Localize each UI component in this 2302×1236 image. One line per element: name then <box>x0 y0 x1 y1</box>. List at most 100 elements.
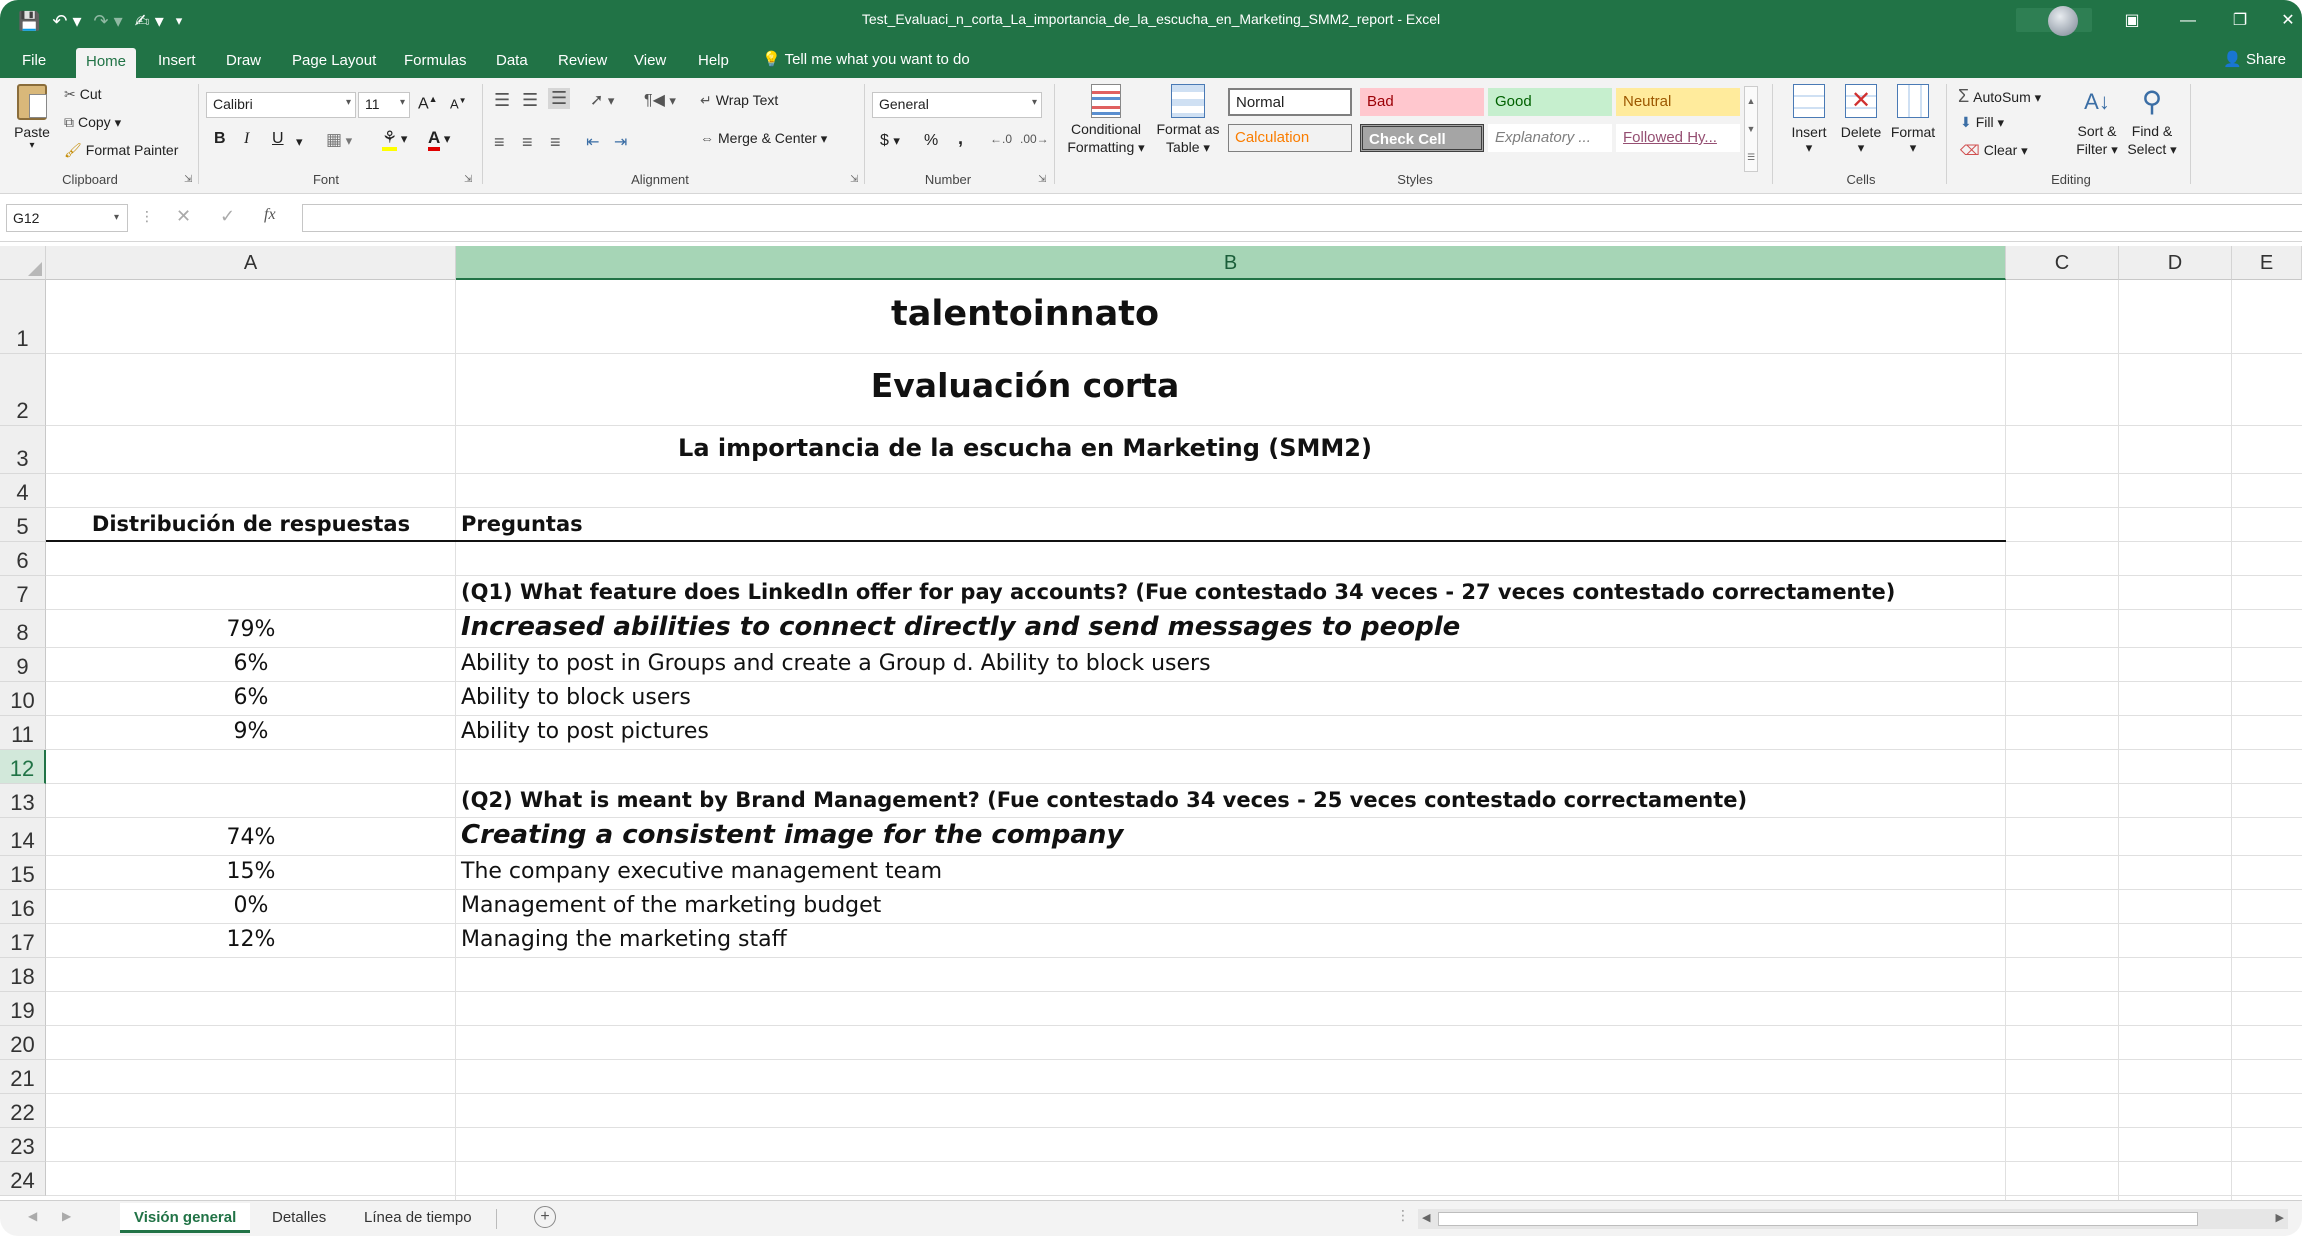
row-header-23[interactable]: 23 <box>0 1128 46 1162</box>
scrollbar-thumb[interactable] <box>1438 1212 2198 1226</box>
answer-option[interactable]: Ability to post in Groups and create a G… <box>461 651 1211 676</box>
style-cell-check-cell[interactable]: Check Cell <box>1360 124 1484 152</box>
row-header-21[interactable]: 21 <box>0 1060 46 1094</box>
font-launcher-icon[interactable]: ⇲ <box>464 174 472 185</box>
questions-header[interactable]: Preguntas <box>461 512 583 536</box>
row-header-8[interactable]: 8 <box>0 610 46 648</box>
split-handle-icon[interactable]: ⋮ <box>1396 1207 1410 1224</box>
column-header-c[interactable]: C <box>2006 246 2119 280</box>
increase-font-button[interactable]: A▲ <box>418 94 438 113</box>
borders-button[interactable]: ▦ ▾ <box>326 130 352 150</box>
answer-percentage[interactable]: 12% <box>46 927 456 952</box>
avatar[interactable] <box>2048 6 2078 36</box>
sheet-tab-detalles[interactable]: Detalles <box>258 1203 340 1233</box>
row-header-15[interactable]: 15 <box>0 856 46 890</box>
tell-me-box[interactable]: 💡 Tell me what you want to do <box>762 50 970 68</box>
tab-formulas[interactable]: Formulas <box>394 50 477 78</box>
row-header-14[interactable]: 14 <box>0 818 46 856</box>
column-header-a[interactable]: A <box>46 246 456 280</box>
row-header-11[interactable]: 11 <box>0 716 46 750</box>
answer-percentage[interactable]: 9% <box>46 719 456 744</box>
percent-button[interactable]: % <box>924 132 938 150</box>
next-sheet-icon[interactable]: ▶ <box>62 1209 71 1223</box>
row-header-4[interactable]: 4 <box>0 474 46 508</box>
answer-option[interactable]: Ability to block users <box>461 685 691 710</box>
row-header-5[interactable]: 5 <box>0 508 46 542</box>
style-cell-explanatory[interactable]: Explanatory ... <box>1488 124 1612 152</box>
row-header-2[interactable]: 2 <box>0 354 46 426</box>
tab-insert[interactable]: Insert <box>148 50 206 78</box>
italic-button[interactable]: I <box>244 130 249 148</box>
enter-icon[interactable]: ✓ <box>220 206 235 227</box>
insert-function-icon[interactable]: fx <box>264 206 276 224</box>
sheet-subtitle[interactable]: Evaluación corta <box>456 366 1594 405</box>
style-cell-followed-hy[interactable]: Followed Hy... <box>1616 124 1740 152</box>
style-cell-normal[interactable]: Normal <box>1228 88 1352 116</box>
font-name-select[interactable]: Calibri ▾ <box>206 92 356 118</box>
align-right-icon[interactable]: ≡ <box>550 132 561 153</box>
answer-option[interactable]: Managing the marketing staff <box>461 927 787 952</box>
sheet-tab-vision-general[interactable]: Visión general <box>120 1203 251 1233</box>
horizontal-scrollbar[interactable]: ◀ ▶ <box>1418 1209 2288 1229</box>
increase-decimal-icon[interactable]: ←.0 <box>990 132 1012 146</box>
top-align-icon[interactable]: ☰ <box>494 90 510 111</box>
clipboard-launcher-icon[interactable]: ⇲ <box>184 174 192 185</box>
column-header-e[interactable]: E <box>2232 246 2302 280</box>
number-launcher-icon[interactable]: ⇲ <box>1038 174 1046 185</box>
share-button[interactable]: 👤 Share <box>2223 50 2286 68</box>
copy-dropdown-icon[interactable]: ▾ <box>115 115 122 130</box>
comma-button[interactable]: , <box>958 128 963 149</box>
correct-answer[interactable]: Increased abilities to connect directly … <box>461 612 1460 642</box>
add-sheet-icon[interactable]: + <box>534 1206 556 1228</box>
row-header-1[interactable]: 1 <box>0 280 46 354</box>
align-center-icon[interactable]: ≡ <box>522 132 533 153</box>
paste-button[interactable]: Paste ▾ <box>14 84 50 151</box>
tab-help[interactable]: Help <box>688 50 739 78</box>
row-header-20[interactable]: 20 <box>0 1026 46 1060</box>
answer-percentage[interactable]: 79% <box>46 617 456 642</box>
row-header-12[interactable]: 12 <box>0 750 46 784</box>
sheet-title[interactable]: talentoinnato <box>456 294 1594 334</box>
wrap-text-button[interactable]: ↵ Wrap Text <box>700 92 778 109</box>
answer-percentage[interactable]: 6% <box>46 651 456 676</box>
row-header-19[interactable]: 19 <box>0 992 46 1026</box>
format-painter-button[interactable]: 🖌 Format Painter <box>64 142 178 159</box>
format-cells-button[interactable]: Format ▾ <box>1888 84 1938 156</box>
style-cell-bad[interactable]: Bad <box>1360 88 1484 116</box>
tab-data[interactable]: Data <box>486 50 538 78</box>
style-cell-calculation[interactable]: Calculation <box>1228 124 1352 152</box>
decrease-indent-icon[interactable]: ⇤ <box>586 132 599 152</box>
underline-button[interactable]: U <box>272 130 284 148</box>
increase-indent-icon[interactable]: ⇥ <box>614 132 627 152</box>
bottom-align-icon[interactable]: ☰ <box>548 88 571 109</box>
row-header-24[interactable]: 24 <box>0 1162 46 1196</box>
insert-cells-button[interactable]: Insert ▾ <box>1786 84 1832 156</box>
tab-draw[interactable]: Draw <box>216 50 271 78</box>
question-2[interactable]: (Q2) What is meant by Brand Management? … <box>461 788 1747 812</box>
clear-button[interactable]: ⌫ Clear ▾ <box>1960 142 2028 159</box>
middle-align-icon[interactable]: ☰ <box>522 90 538 111</box>
number-format-select[interactable]: General ▾ <box>872 92 1042 118</box>
answer-percentage[interactable]: 0% <box>46 893 456 918</box>
column-header-b[interactable]: B <box>456 246 2006 280</box>
formula-input[interactable] <box>302 204 2302 232</box>
styles-gallery-scroll[interactable]: ▲ ▼ ☰ <box>1744 86 1758 172</box>
name-box[interactable]: G12 ▾ <box>6 204 128 232</box>
fill-color-button[interactable]: ⚘ ▾ <box>382 128 407 151</box>
prev-sheet-icon[interactable]: ◀ <box>28 1209 37 1223</box>
question-1[interactable]: (Q1) What feature does LinkedIn offer fo… <box>461 580 1895 604</box>
scroll-left-icon[interactable]: ◀ <box>1422 1211 1430 1224</box>
tab-review[interactable]: Review <box>548 50 617 78</box>
find-select-button[interactable]: ⚲ Find & Select ▾ <box>2124 82 2180 159</box>
font-size-select[interactable]: 11 ▾ <box>358 92 410 118</box>
style-cell-neutral[interactable]: Neutral <box>1616 88 1740 116</box>
fill-button[interactable]: ⬇ Fill ▾ <box>1960 114 2004 131</box>
format-as-table-button[interactable]: Format as Table ▾ <box>1150 84 1226 157</box>
cancel-icon[interactable]: ✕ <box>176 206 191 227</box>
row-header-7[interactable]: 7 <box>0 576 46 610</box>
conditional-formatting-button[interactable]: Conditional Formatting ▾ <box>1062 84 1150 157</box>
column-header-d[interactable]: D <box>2119 246 2232 280</box>
currency-button[interactable]: $ ▾ <box>880 132 900 150</box>
minimize-icon[interactable]: — <box>2168 6 2208 36</box>
alignment-launcher-icon[interactable]: ⇲ <box>850 174 858 185</box>
